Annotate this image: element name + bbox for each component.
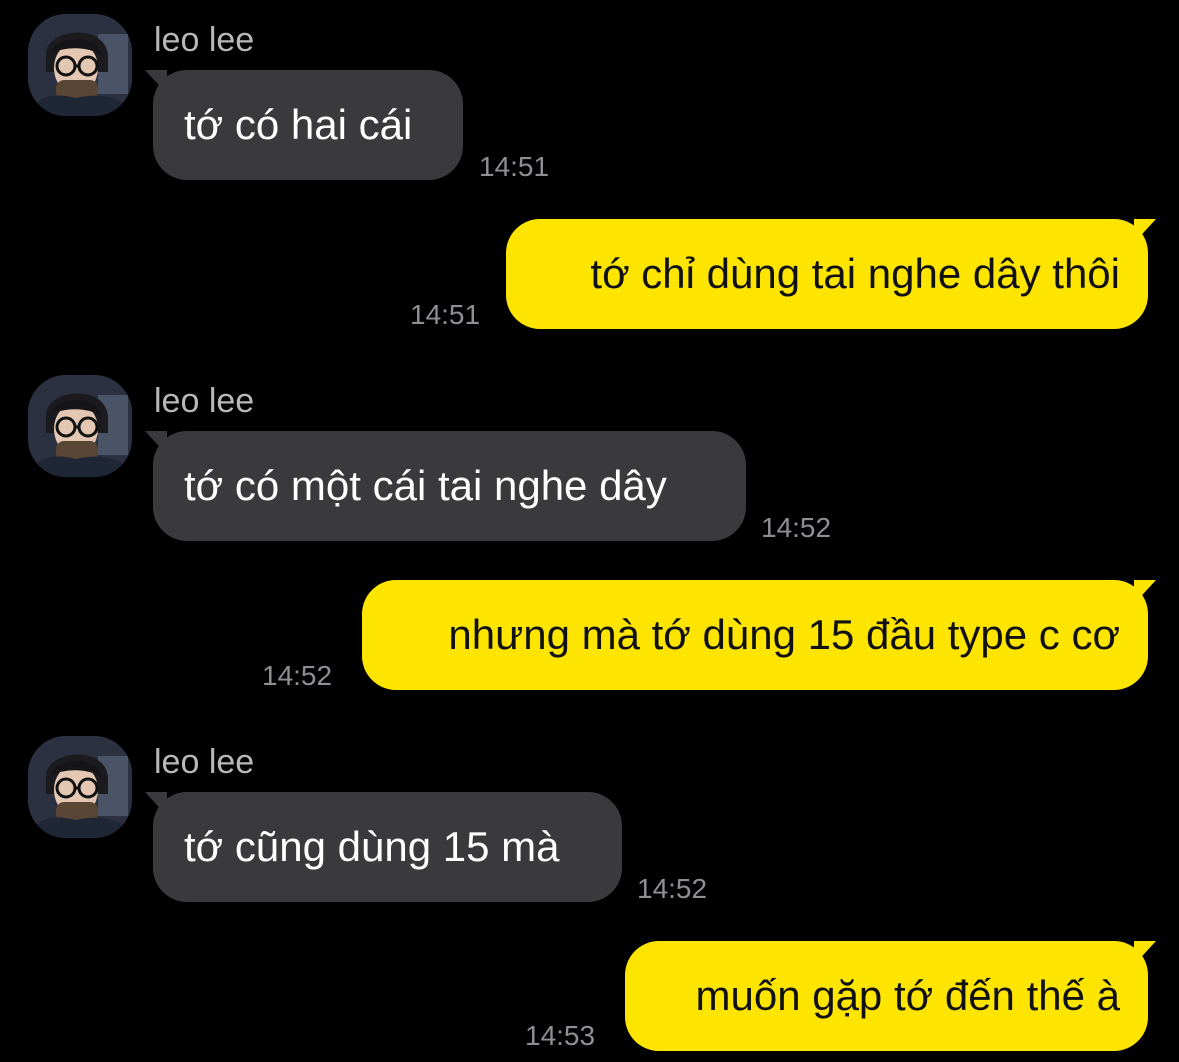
bubble-tail xyxy=(1134,941,1156,965)
avatar[interactable] xyxy=(28,14,132,116)
message-bubble-outgoing[interactable]: nhưng mà tớ dùng 15 đầu type c cơ xyxy=(362,580,1156,690)
message-timestamp: 14:51 xyxy=(410,299,481,330)
sender-name: leo lee xyxy=(154,21,255,59)
message-timestamp: 14:51 xyxy=(479,151,550,182)
sender-name: leo lee xyxy=(154,382,255,420)
message-bubble-incoming[interactable]: tớ có hai cái xyxy=(145,70,463,180)
message-text: tớ có một cái tai nghe dây xyxy=(184,462,667,509)
message-text: nhưng mà tớ dùng 15 đầu type c cơ xyxy=(448,611,1120,658)
profile-photo-icon xyxy=(28,14,132,116)
message-timestamp: 14:52 xyxy=(637,873,708,904)
chat-thread: leo lee tớ có hai cái 14:51 14:51 tớ chỉ… xyxy=(0,0,1179,1062)
message-bubble-incoming[interactable]: tớ cũng dùng 15 mà xyxy=(145,792,622,902)
bubble-tail xyxy=(145,70,167,94)
message-timestamp: 14:52 xyxy=(262,660,333,691)
profile-photo-icon xyxy=(28,736,132,838)
message-text: muốn gặp tớ đến thế à xyxy=(695,972,1120,1019)
bubble-tail xyxy=(1134,580,1156,604)
bubble-tail xyxy=(145,431,167,455)
bubble-tail xyxy=(1134,219,1156,243)
message-timestamp: 14:52 xyxy=(761,512,832,543)
profile-photo-icon xyxy=(28,375,132,477)
message-bubble-outgoing[interactable]: muốn gặp tớ đến thế à xyxy=(625,941,1156,1051)
message-bubble-outgoing[interactable]: tớ chỉ dùng tai nghe dây thôi xyxy=(506,219,1156,329)
message-bubble-incoming[interactable]: tớ có một cái tai nghe dây xyxy=(145,431,746,541)
bubble-tail xyxy=(145,792,167,816)
sender-name: leo lee xyxy=(154,743,255,781)
message-text: tớ cũng dùng 15 mà xyxy=(184,823,560,870)
avatar[interactable] xyxy=(28,375,132,477)
message-timestamp: 14:53 xyxy=(525,1020,596,1051)
message-text: tớ có hai cái xyxy=(184,101,413,148)
avatar[interactable] xyxy=(28,736,132,838)
message-text: tớ chỉ dùng tai nghe dây thôi xyxy=(590,250,1120,297)
